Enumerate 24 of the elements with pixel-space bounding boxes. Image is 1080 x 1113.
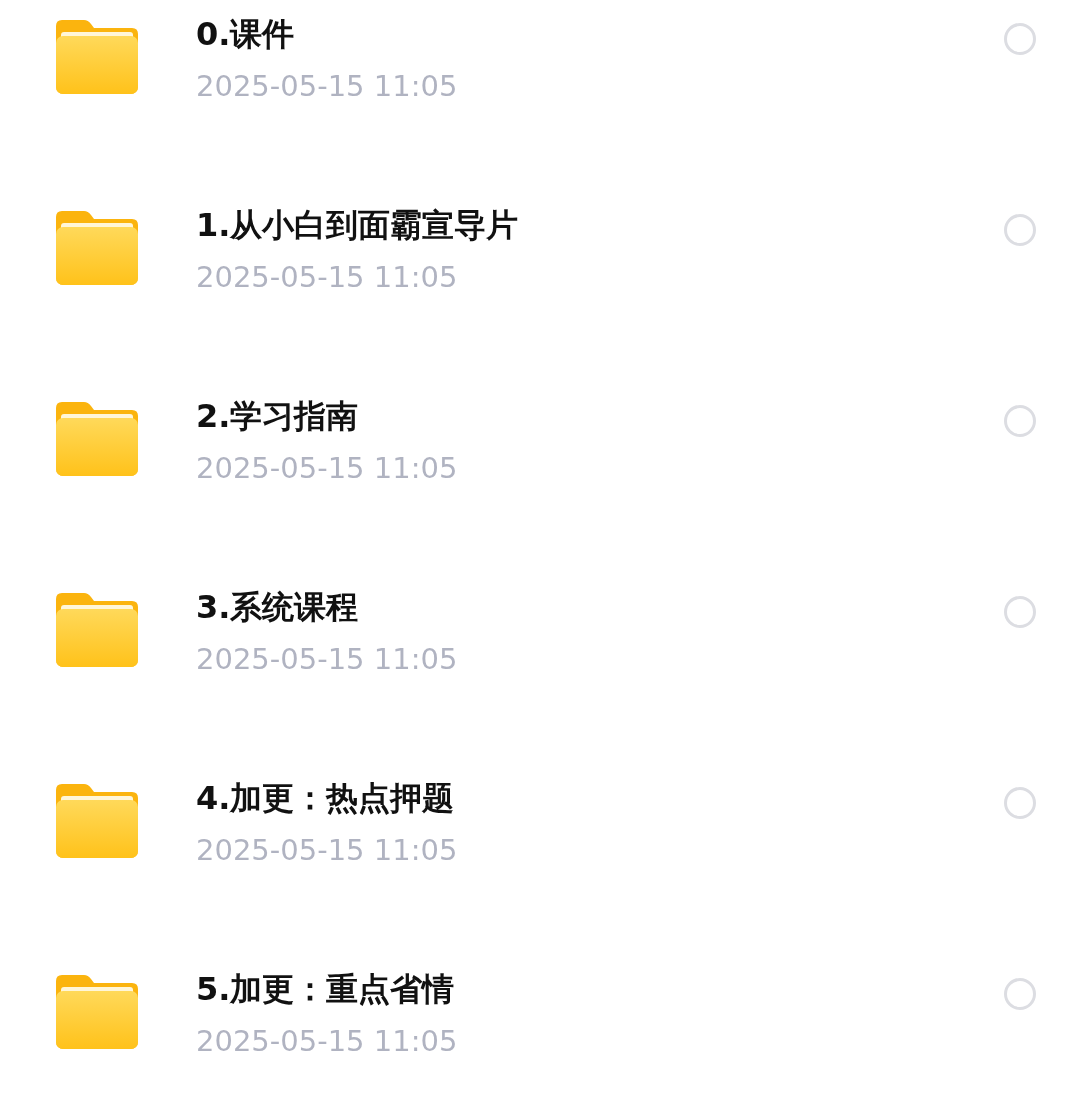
folder-icon	[56, 211, 138, 285]
select-radio[interactable]	[1004, 978, 1036, 1010]
folder-icon	[56, 20, 138, 94]
folder-name[interactable]: 5.加更：重点省情	[196, 967, 1004, 1011]
folder-icon	[56, 784, 138, 858]
folder-icon	[56, 975, 138, 1049]
modified-date: 2025-05-15 11:05	[196, 641, 459, 678]
select-radio[interactable]	[1004, 214, 1036, 246]
folder-name[interactable]: 1.从小白到面霸宣导片	[196, 203, 1004, 247]
modified-date: 2025-05-15 11:05	[196, 1023, 459, 1060]
modified-date: 2025-05-15 11:05	[196, 832, 459, 869]
select-radio[interactable]	[1004, 596, 1036, 628]
modified-date: 2025-05-15 11:05	[196, 450, 459, 487]
folder-icon	[56, 402, 138, 476]
select-radio[interactable]	[1004, 23, 1036, 55]
folder-name[interactable]: 3.系统课程	[196, 585, 1004, 629]
modified-date: 2025-05-15 11:05	[196, 259, 459, 296]
folder-name[interactable]: 0.课件	[196, 12, 1004, 56]
folder-name[interactable]: 2.学习指南	[196, 394, 1004, 438]
folder-icon	[56, 593, 138, 667]
folder-name[interactable]: 4.加更：热点押题	[196, 776, 1004, 820]
modified-date: 2025-05-15 11:05	[196, 68, 459, 105]
select-radio[interactable]	[1004, 405, 1036, 437]
select-radio[interactable]	[1004, 787, 1036, 819]
